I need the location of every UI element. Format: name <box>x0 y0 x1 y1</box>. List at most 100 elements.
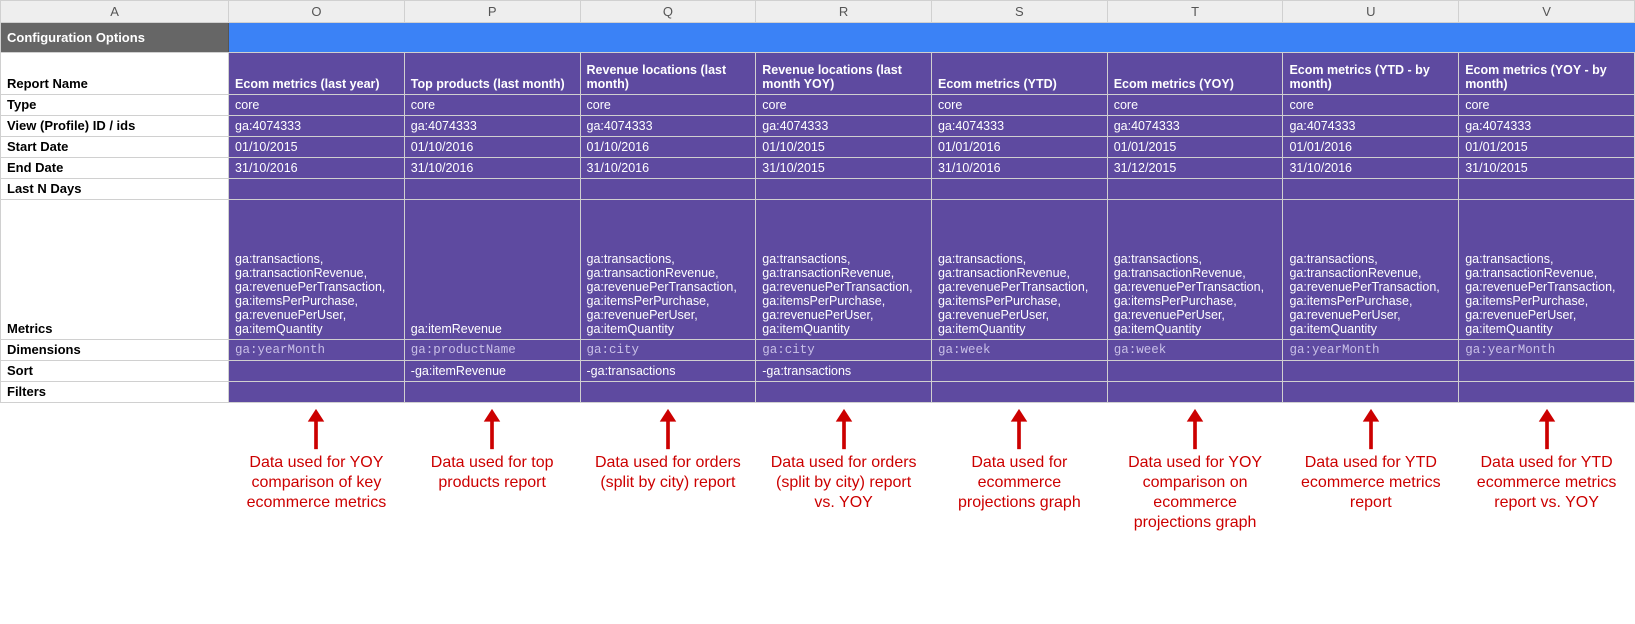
cell[interactable]: core <box>580 95 756 116</box>
cell[interactable]: ga:productName <box>404 340 580 361</box>
column-header[interactable]: Q <box>580 1 756 23</box>
cell[interactable]: ga:yearMonth <box>1459 340 1635 361</box>
cell[interactable] <box>931 361 1107 382</box>
cell[interactable]: 01/01/2016 <box>1283 137 1459 158</box>
annotation: Data used for top products report <box>404 403 580 536</box>
cell[interactable]: 01/10/2016 <box>580 137 756 158</box>
cell[interactable]: 01/01/2016 <box>931 137 1107 158</box>
cell[interactable] <box>1283 361 1459 382</box>
cell[interactable]: 01/01/2015 <box>1459 137 1635 158</box>
cell[interactable] <box>1283 179 1459 200</box>
cell[interactable]: ga:4074333 <box>1283 116 1459 137</box>
cell[interactable]: ga:transactions, ga:transactionRevenue, … <box>580 200 756 340</box>
row-label: Type <box>1 95 229 116</box>
up-arrow-icon <box>1536 407 1558 451</box>
cell[interactable] <box>1283 382 1459 403</box>
cell[interactable] <box>229 382 405 403</box>
cell[interactable]: Ecom metrics (YOY - by month) <box>1459 53 1635 95</box>
cell[interactable]: 31/10/2016 <box>404 158 580 179</box>
cell[interactable]: Revenue locations (last month YOY) <box>756 53 932 95</box>
cell[interactable] <box>756 179 932 200</box>
cell[interactable]: core <box>229 95 405 116</box>
cell[interactable]: ga:week <box>1107 340 1283 361</box>
cell[interactable] <box>229 179 405 200</box>
cell[interactable]: ga:transactions, ga:transactionRevenue, … <box>1107 200 1283 340</box>
cell[interactable]: -ga:transactions <box>580 361 756 382</box>
cell[interactable] <box>404 382 580 403</box>
cell[interactable]: 31/12/2015 <box>1107 158 1283 179</box>
cell[interactable] <box>931 382 1107 403</box>
cell[interactable]: ga:4074333 <box>1107 116 1283 137</box>
column-header[interactable]: O <box>229 1 405 23</box>
cell[interactable]: 31/10/2016 <box>931 158 1107 179</box>
cell[interactable] <box>580 179 756 200</box>
cell[interactable]: 01/10/2016 <box>404 137 580 158</box>
cell[interactable] <box>404 179 580 200</box>
spreadsheet[interactable]: AOPQRSTUV Configuration Options Report N… <box>0 0 1635 535</box>
cell[interactable] <box>229 361 405 382</box>
cell[interactable] <box>1459 382 1635 403</box>
cell[interactable]: Ecom metrics (YOY) <box>1107 53 1283 95</box>
cell[interactable] <box>1107 179 1283 200</box>
column-header[interactable]: U <box>1283 1 1459 23</box>
cell[interactable] <box>1459 361 1635 382</box>
cell[interactable]: core <box>404 95 580 116</box>
annotation-text: Data used for orders (split by city) rep… <box>762 453 926 513</box>
cell[interactable]: 31/10/2016 <box>229 158 405 179</box>
up-arrow-icon <box>1360 407 1382 451</box>
cell[interactable] <box>580 382 756 403</box>
cell[interactable]: ga:transactions, ga:transactionRevenue, … <box>229 200 405 340</box>
cell[interactable]: core <box>756 95 932 116</box>
row-label: Last N Days <box>1 179 229 200</box>
column-header[interactable]: S <box>931 1 1107 23</box>
cell[interactable] <box>931 179 1107 200</box>
cell[interactable]: ga:transactions, ga:transactionRevenue, … <box>931 200 1107 340</box>
cell[interactable]: ga:itemRevenue <box>404 200 580 340</box>
column-header[interactable]: V <box>1459 1 1635 23</box>
cell[interactable]: Top products (last month) <box>404 53 580 95</box>
cell[interactable]: 31/10/2016 <box>580 158 756 179</box>
cell[interactable]: Revenue locations (last month) <box>580 53 756 95</box>
cell[interactable]: core <box>1283 95 1459 116</box>
cell[interactable] <box>1107 382 1283 403</box>
cell[interactable]: core <box>931 95 1107 116</box>
column-header[interactable]: P <box>404 1 580 23</box>
cell[interactable]: core <box>1459 95 1635 116</box>
cell[interactable]: 01/10/2015 <box>756 137 932 158</box>
cell[interactable]: 31/10/2015 <box>756 158 932 179</box>
cell[interactable]: ga:week <box>931 340 1107 361</box>
cell[interactable]: ga:transactions, ga:transactionRevenue, … <box>756 200 932 340</box>
sheet-title: Configuration Options <box>1 23 229 53</box>
cell[interactable] <box>1459 179 1635 200</box>
cell[interactable]: ga:4074333 <box>1459 116 1635 137</box>
cell[interactable]: Ecom metrics (YTD) <box>931 53 1107 95</box>
cell[interactable]: ga:4074333 <box>580 116 756 137</box>
cell[interactable]: 31/10/2015 <box>1459 158 1635 179</box>
cell[interactable]: -ga:transactions <box>756 361 932 382</box>
up-arrow-icon <box>833 407 855 451</box>
annotation: Data used for orders (split by city) rep… <box>580 403 756 536</box>
cell[interactable]: ga:4074333 <box>931 116 1107 137</box>
cell[interactable]: ga:city <box>756 340 932 361</box>
cell[interactable]: 31/10/2016 <box>1283 158 1459 179</box>
cell[interactable]: ga:transactions, ga:transactionRevenue, … <box>1459 200 1635 340</box>
cell[interactable]: ga:4074333 <box>404 116 580 137</box>
cell[interactable]: 01/10/2015 <box>229 137 405 158</box>
cell[interactable]: ga:yearMonth <box>1283 340 1459 361</box>
cell[interactable]: ga:transactions, ga:transactionRevenue, … <box>1283 200 1459 340</box>
cell[interactable] <box>1107 361 1283 382</box>
cell[interactable]: ga:yearMonth <box>229 340 405 361</box>
column-header[interactable]: T <box>1107 1 1283 23</box>
cell[interactable]: Ecom metrics (last year) <box>229 53 405 95</box>
cell[interactable]: Ecom metrics (YTD - by month) <box>1283 53 1459 95</box>
cell[interactable]: ga:city <box>580 340 756 361</box>
cell[interactable]: -ga:itemRevenue <box>404 361 580 382</box>
cell[interactable]: core <box>1107 95 1283 116</box>
row-label: Sort <box>1 361 229 382</box>
cell[interactable]: ga:4074333 <box>229 116 405 137</box>
cell[interactable] <box>756 382 932 403</box>
cell[interactable]: ga:4074333 <box>756 116 932 137</box>
column-header[interactable]: R <box>756 1 932 23</box>
column-header[interactable]: A <box>1 1 229 23</box>
cell[interactable]: 01/01/2015 <box>1107 137 1283 158</box>
